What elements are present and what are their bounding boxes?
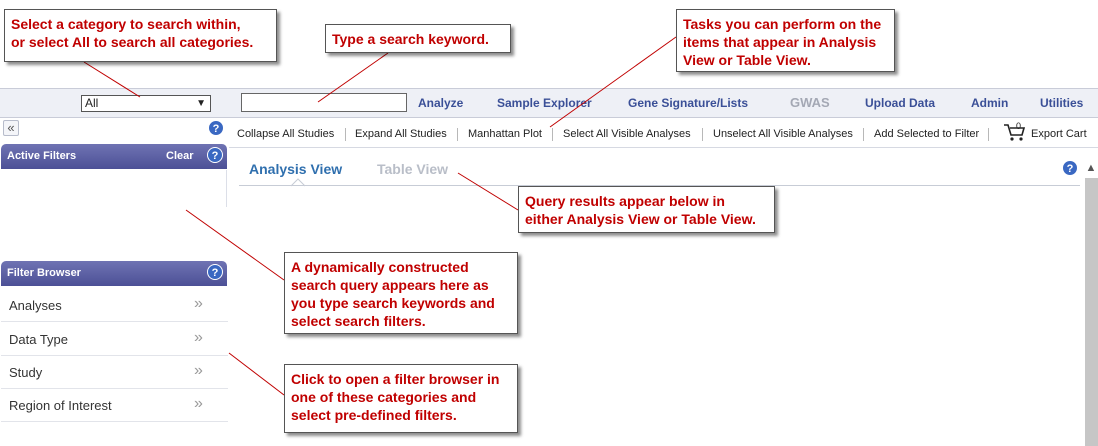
double-chevron-right-icon: »: [194, 295, 203, 312]
filter-item-label: Data Type: [9, 332, 69, 347]
help-icon[interactable]: ?: [1062, 160, 1078, 176]
results-toolbar: Collapse All Studies Expand All Studies …: [229, 118, 1098, 148]
toolbar-divider: [702, 128, 703, 141]
active-filters-title: Active Filters: [7, 150, 77, 162]
scroll-up-icon[interactable]: ▲: [1084, 162, 1098, 176]
results-scrollbar[interactable]: ▲: [1084, 148, 1098, 446]
tab-analysis-view[interactable]: Analysis View: [249, 161, 342, 177]
double-chevron-right-icon: »: [194, 395, 203, 412]
filter-item-analyses[interactable]: Analyses »: [1, 289, 228, 322]
search-keyword-input[interactable]: [241, 93, 407, 112]
callout-filter-browser: Click to open a filter browser in one of…: [284, 364, 518, 433]
callout-tasks: Tasks you can perform on the items that …: [676, 9, 895, 72]
nav-admin[interactable]: Admin: [971, 96, 1008, 110]
toolbar-divider: [863, 128, 864, 141]
clear-filters-link[interactable]: Clear: [166, 150, 194, 162]
filter-item-study[interactable]: Study »: [1, 356, 228, 389]
help-icon[interactable]: ?: [208, 120, 224, 136]
select-all-visible-analyses-button[interactable]: Select All Visible Analyses: [563, 128, 691, 140]
cart-icon: [1004, 124, 1026, 141]
double-chevron-left-icon: «: [7, 120, 15, 135]
nav-gwas[interactable]: GWAS: [790, 95, 830, 110]
nav-utilities[interactable]: Utilities: [1040, 96, 1083, 110]
collapse-panel-button[interactable]: «: [3, 120, 19, 136]
help-icon[interactable]: ?: [207, 264, 223, 280]
filter-item-label: Analyses: [9, 298, 62, 313]
top-nav-bar: All ▼ Analyze Sample Explorer Gene Signa…: [0, 88, 1098, 118]
active-filters-query-area: [1, 170, 227, 207]
scroll-track[interactable]: [1085, 178, 1098, 446]
nav-sample-explorer[interactable]: Sample Explorer: [497, 96, 592, 110]
collapse-all-studies-button[interactable]: Collapse All Studies: [237, 128, 334, 140]
double-chevron-right-icon: »: [194, 362, 203, 379]
nav-gene-signature-lists[interactable]: Gene Signature/Lists: [628, 96, 748, 110]
nav-analyze[interactable]: Analyze: [418, 96, 463, 110]
manhattan-plot-button[interactable]: Manhattan Plot: [468, 128, 542, 140]
help-icon[interactable]: ?: [207, 147, 223, 163]
cart-count-badge: 0: [1016, 121, 1022, 131]
callout-results: Query results appear below in either Ana…: [518, 186, 775, 233]
filter-item-data-type[interactable]: Data Type »: [1, 323, 228, 356]
chevron-down-icon: ▼: [196, 98, 206, 109]
callout-query: A dynamically constructed search query a…: [284, 252, 518, 334]
active-filters-header: Active Filters Clear ?: [1, 144, 227, 169]
filter-browser-title: Filter Browser: [7, 267, 81, 279]
filter-item-label: Study: [9, 365, 43, 380]
filter-item-region-of-interest[interactable]: Region of Interest »: [1, 389, 228, 422]
double-chevron-right-icon: »: [194, 329, 203, 346]
toolbar-divider: [552, 128, 553, 141]
add-selected-to-filter-button[interactable]: Add Selected to Filter: [874, 128, 979, 140]
category-select[interactable]: All ▼: [81, 95, 211, 112]
callout-category: Select a category to search within, or s…: [4, 9, 277, 62]
export-cart-label[interactable]: Export Cart: [1031, 128, 1087, 140]
callout-keyword: Type a search keyword.: [325, 24, 511, 53]
filter-item-label: Region of Interest: [9, 398, 112, 413]
toolbar-divider: [345, 128, 346, 141]
category-select-value: All: [85, 96, 99, 110]
toolbar-divider: [988, 128, 989, 141]
unselect-all-visible-analyses-button[interactable]: Unselect All Visible Analyses: [713, 128, 853, 140]
toolbar-divider: [457, 128, 458, 141]
left-panel: « ? Active Filters Clear ? Filter Browse…: [0, 118, 229, 446]
nav-upload-data[interactable]: Upload Data: [865, 96, 935, 110]
tab-table-view[interactable]: Table View: [377, 161, 448, 177]
filter-browser-header: Filter Browser ?: [1, 261, 227, 286]
expand-all-studies-button[interactable]: Expand All Studies: [355, 128, 447, 140]
